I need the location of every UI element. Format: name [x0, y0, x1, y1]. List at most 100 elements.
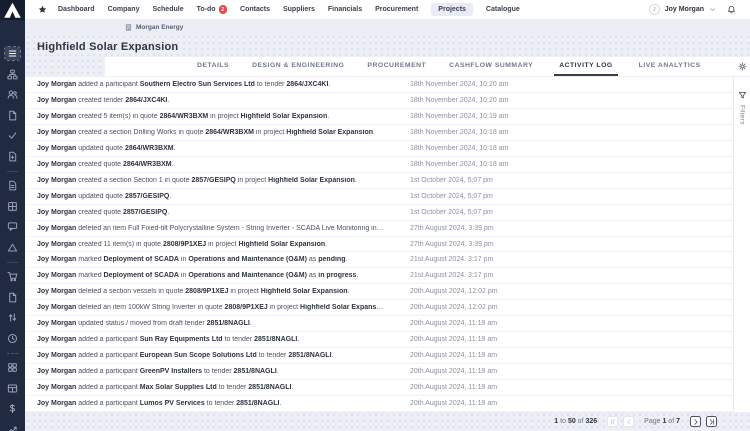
- user-name: Joy Morgan: [665, 6, 704, 13]
- activity-timestamp: 1st October 2024, 5:07 pm: [410, 177, 493, 184]
- activity-timestamp: 1st October 2024, 5:07 pm: [410, 193, 493, 200]
- activity-message: Joy Morgan marked Deployment of SCADA in…: [37, 272, 385, 279]
- favorites-star-icon[interactable]: [38, 5, 47, 14]
- sidebar-check-icon[interactable]: [5, 129, 20, 142]
- sidebar-table-icon[interactable]: [5, 382, 20, 395]
- filter-funnel-icon: [738, 91, 747, 100]
- sidebar-trend-icon[interactable]: [5, 423, 20, 431]
- nav-item-dashboard[interactable]: Dashboard: [58, 3, 95, 16]
- sidebar-cart-icon[interactable]: [5, 270, 20, 283]
- activity-message: Joy Morgan added a participant GreenPV I…: [37, 368, 385, 375]
- tab-details[interactable]: DETAILS: [195, 57, 231, 76]
- activity-message: Joy Morgan deleted a section vessels in …: [37, 288, 385, 295]
- next-page-button[interactable]: [690, 416, 701, 427]
- sidebar-grid-icon[interactable]: [5, 200, 20, 213]
- activity-message: Joy Morgan added a participant Max Solar…: [37, 384, 385, 391]
- activity-log-row: Joy Morgan deleted an item 100kW String …: [25, 300, 733, 316]
- sidebar-clock-icon[interactable]: [5, 332, 20, 345]
- activity-timestamp: 20th August 2024, 11:19 am: [410, 320, 497, 327]
- activity-timestamp: 18th November 2024, 10:20 am: [410, 97, 508, 104]
- nav-item-label: Contacts: [240, 6, 270, 13]
- nav-item-to-do[interactable]: To-do2: [197, 2, 227, 17]
- activity-message: Joy Morgan added a participant Sun Ray E…: [37, 336, 385, 343]
- sidebar-workflow-icon[interactable]: [5, 68, 20, 81]
- activity-message: Joy Morgan created quote 2857/GESIPQ.: [37, 209, 385, 216]
- tab-settings-gear-icon[interactable]: [738, 57, 747, 76]
- filters-rail-label: Filters: [739, 105, 746, 125]
- sidebar-mountain-icon[interactable]: [5, 241, 20, 254]
- content-area: Highfield Solar Expansion DETAILSDESIGN …: [25, 34, 750, 431]
- activity-message: Joy Morgan created a section Drilling Wo…: [37, 129, 385, 136]
- pager-buttons: [607, 416, 634, 427]
- sidebar-chat-icon[interactable]: [5, 220, 20, 233]
- todo-count-badge: 2: [219, 5, 228, 14]
- tab-live-analytics[interactable]: LIVE ANALYTICS: [637, 57, 703, 76]
- user-menu[interactable]: J Joy Morgan: [649, 4, 716, 15]
- activity-message: Joy Morgan deleted an item Full Fixed-ti…: [37, 225, 385, 232]
- sidebar-file-icon[interactable]: [5, 291, 20, 304]
- activity-log-row: Joy Morgan created quote 2864/WR3BXM. 18t…: [25, 157, 733, 173]
- activity-log-row: Joy Morgan created tender 2864/JXC4KI. 18…: [25, 93, 733, 109]
- activity-timestamp: 27th August 2024, 3:39 pm: [410, 241, 494, 248]
- nav-item-label: Suppliers: [283, 6, 315, 13]
- sidebar-dashboard-icon[interactable]: [5, 361, 20, 374]
- previous-page-button[interactable]: [623, 416, 634, 427]
- tab-activity-log[interactable]: ACTIVITY LOG: [554, 57, 617, 76]
- last-page-button[interactable]: [706, 416, 717, 427]
- activity-message: Joy Morgan created 11 item(s) in quote 2…: [37, 241, 385, 248]
- nav-item-procurement[interactable]: Procurement: [375, 3, 418, 16]
- nav-item-financials[interactable]: Financials: [328, 3, 362, 16]
- activity-log-row: Joy Morgan updated status / moved from d…: [25, 316, 733, 332]
- sidebar-list-icon[interactable]: [5, 47, 20, 60]
- nav-item-company[interactable]: Company: [108, 3, 140, 16]
- breadcrumb-company[interactable]: Morgan Energy: [136, 24, 183, 31]
- activity-message: Joy Morgan marked Deployment of SCADA in…: [37, 256, 385, 263]
- activity-message: Joy Morgan created quote 2864/WR3BXM.: [37, 161, 385, 168]
- nav-item-projects[interactable]: Projects: [431, 3, 473, 16]
- nav-item-contacts[interactable]: Contacts: [240, 3, 270, 16]
- sidebar-dollar-icon[interactable]: [5, 402, 20, 415]
- activity-timestamp: 21st August 2024, 3:17 pm: [410, 272, 493, 279]
- activity-timestamp: 20th August 2024, 11:19 am: [410, 400, 497, 407]
- sidebar-file-text-icon[interactable]: [5, 179, 20, 192]
- activity-log-row: Joy Morgan created quote 2857/GESIPQ.1st…: [25, 205, 733, 221]
- activity-log-row: Joy Morgan marked Deployment of SCADA in…: [25, 268, 733, 284]
- results-range: 1 to 50 of 326: [554, 418, 597, 425]
- sidebar-divider: [7, 262, 18, 263]
- tab-cashflow-summary[interactable]: CASHFLOW SUMMARY: [447, 57, 535, 76]
- main-nav: Dashboard Company Schedule To-do2 Contacts Su…: [58, 2, 520, 17]
- notifications-bell-icon[interactable]: [727, 5, 736, 14]
- activity-message: Joy Morgan created tender 2864/JXC4KI.: [37, 97, 385, 104]
- tab-design-engineering[interactable]: DESIGN & ENGINEERING: [250, 57, 346, 76]
- sidebar-users-icon[interactable]: [5, 88, 20, 101]
- avatar: J: [649, 4, 660, 15]
- sidebar-file-plus-icon[interactable]: [5, 150, 20, 163]
- app-logo-icon[interactable]: [0, 0, 25, 20]
- activity-timestamp: 20th August 2024, 11:19 am: [410, 352, 497, 359]
- nav-item-schedule[interactable]: Schedule: [152, 3, 183, 16]
- nav-item-suppliers[interactable]: Suppliers: [283, 3, 315, 16]
- tab-procurement[interactable]: PROCUREMENT: [365, 57, 428, 76]
- activity-log-row: Joy Morgan added a participant Lumos PV …: [25, 396, 733, 412]
- sidebar-file-icon[interactable]: [5, 109, 20, 122]
- nav-item-label: Schedule: [152, 6, 183, 13]
- sidebar: [0, 0, 25, 431]
- nav-item-label: Dashboard: [58, 6, 95, 13]
- activity-timestamp: 20th August 2024, 11:19 am: [410, 384, 497, 391]
- activity-log-row: Joy Morgan added a participant GreenPV I…: [25, 364, 733, 380]
- activity-message: Joy Morgan added a participant Southern …: [37, 81, 385, 88]
- activity-timestamp: 20th August 2024, 11:19 am: [410, 368, 497, 375]
- chevron-down-icon: [709, 6, 716, 13]
- filters-rail[interactable]: Filters: [733, 77, 750, 412]
- activity-message: Joy Morgan added a participant European …: [37, 352, 385, 359]
- activity-timestamp: 18th November 2024, 10:18 am: [410, 161, 508, 168]
- nav-item-label: Catalogue: [486, 6, 520, 13]
- activity-timestamp: 18th November 2024, 10:19 am: [410, 113, 508, 120]
- nav-item-catalogue[interactable]: Catalogue: [486, 3, 520, 16]
- topbar: Dashboard Company Schedule To-do2 Contacts Su…: [25, 0, 750, 20]
- activity-log-row: Joy Morgan updated quote 2864/WR3BXM.18t…: [25, 141, 733, 157]
- activity-message: Joy Morgan updated quote 2864/WR3BXM.: [37, 145, 385, 152]
- sidebar-transfer-icon[interactable]: [5, 311, 20, 324]
- first-page-button[interactable]: [607, 416, 618, 427]
- activity-message: Joy Morgan added a participant Lumos PV …: [37, 400, 385, 407]
